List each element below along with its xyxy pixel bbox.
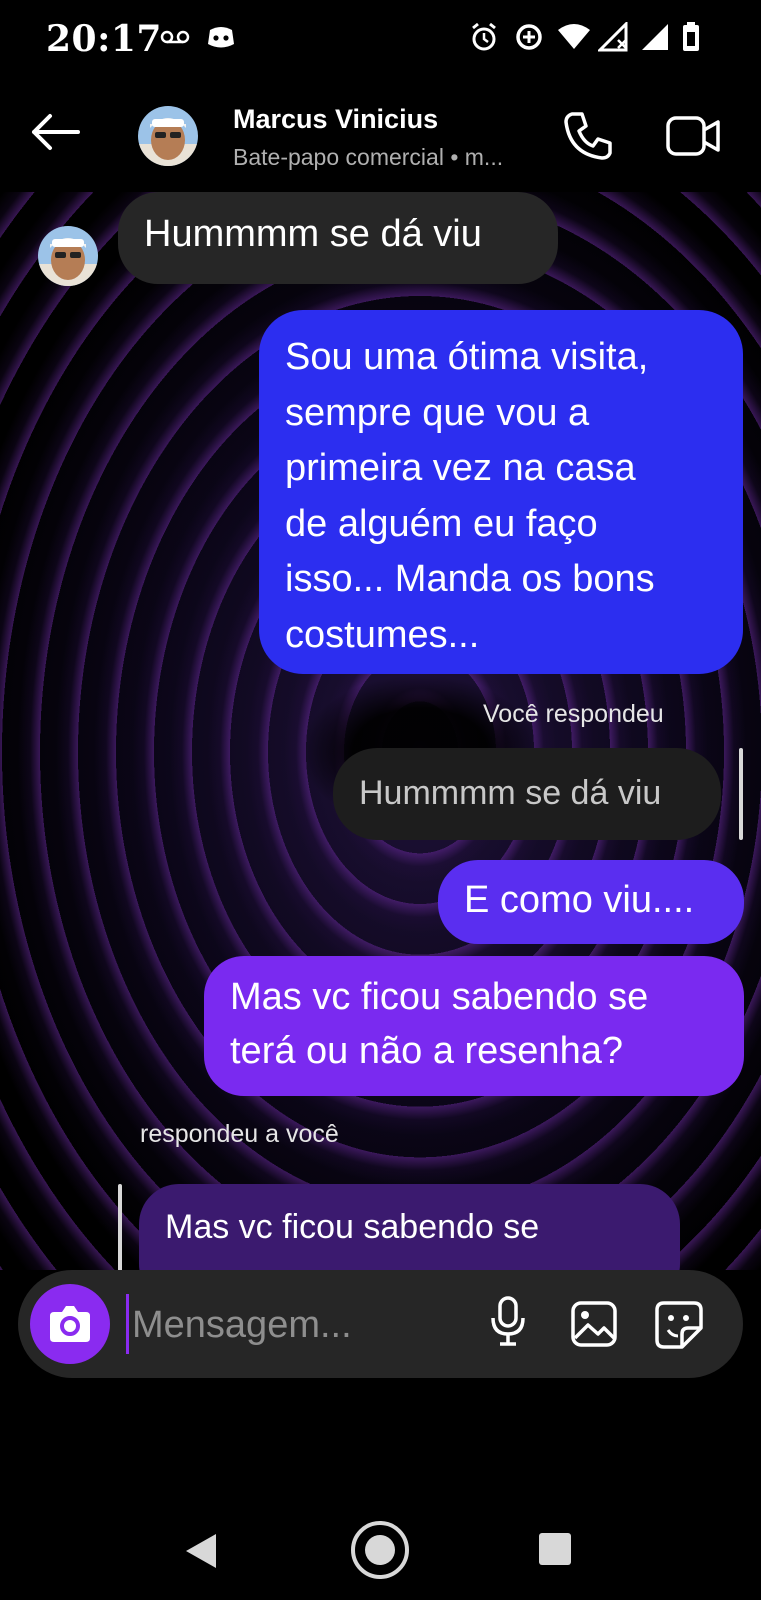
data-saver-icon	[516, 24, 542, 50]
outgoing-message[interactable]: Sou uma ótima visita, sempre que vou a p…	[259, 310, 743, 674]
wifi-icon	[558, 24, 590, 49]
signal-icon	[598, 22, 628, 52]
phone-icon[interactable]	[562, 110, 614, 162]
nav-home-icon[interactable]	[350, 1520, 410, 1580]
message-line: costumes...	[285, 613, 480, 656]
quote-bar	[739, 748, 743, 840]
message-line: sempre que vou a	[285, 391, 590, 434]
outgoing-message[interactable]: Mas vc ficou sabendo se terá ou não a re…	[204, 956, 744, 1096]
quote-bar	[118, 1184, 122, 1270]
message-input[interactable]	[130, 1292, 454, 1358]
gallery-icon[interactable]	[570, 1300, 618, 1348]
nav-recents-icon[interactable]	[538, 1532, 572, 1566]
quoted-message[interactable]: Mas vc ficou sabendo se	[139, 1184, 680, 1270]
sticker-icon[interactable]	[654, 1300, 704, 1350]
sender-avatar	[38, 226, 98, 286]
chat-header: Marcus Vinicius Bate-papo comercial • m.…	[0, 80, 761, 192]
message-list[interactable]: Hummmm se dá viu Sou uma ótima visita, s…	[0, 192, 761, 1270]
alarm-icon	[472, 22, 496, 51]
status-time: 20:17	[46, 18, 162, 60]
message-line: isso... Manda os bons	[285, 558, 655, 600]
message-composer	[18, 1270, 743, 1378]
outgoing-message[interactable]: E como viu....	[438, 860, 744, 944]
microphone-icon[interactable]	[488, 1294, 528, 1350]
reply-label: Você respondeu	[483, 700, 664, 728]
reply-label: respondeu a você	[140, 1120, 339, 1148]
back-arrow-icon[interactable]	[30, 112, 80, 152]
message-line: Sou uma ótima visita,	[285, 336, 649, 378]
nav-back-icon[interactable]	[184, 1532, 218, 1570]
signal-icon-2	[642, 24, 668, 50]
quoted-message[interactable]: Hummmm se dá viu	[333, 748, 721, 840]
message-line: terá ou não a resenha?	[230, 1030, 623, 1072]
video-call-icon[interactable]	[666, 114, 722, 158]
camera-button[interactable]	[30, 1284, 110, 1364]
status-bar: 20:17	[0, 0, 761, 80]
message-line: de alguém eu faço	[285, 502, 598, 545]
contact-name[interactable]: Marcus Vinicius	[233, 104, 438, 135]
system-nav-bar	[0, 1500, 761, 1600]
camera-icon	[50, 1306, 90, 1342]
text-cursor	[126, 1294, 129, 1354]
contact-subtitle[interactable]: Bate-papo comercial • m...	[233, 144, 533, 171]
discord-icon	[208, 27, 234, 48]
voicemail-icon	[160, 30, 190, 44]
incoming-message[interactable]: Hummmm se dá viu	[118, 192, 558, 284]
avatar[interactable]	[138, 106, 198, 166]
message-line: Mas vc ficou sabendo se	[230, 976, 649, 1018]
message-line: primeira vez na casa	[285, 447, 636, 489]
battery-icon	[683, 22, 699, 51]
